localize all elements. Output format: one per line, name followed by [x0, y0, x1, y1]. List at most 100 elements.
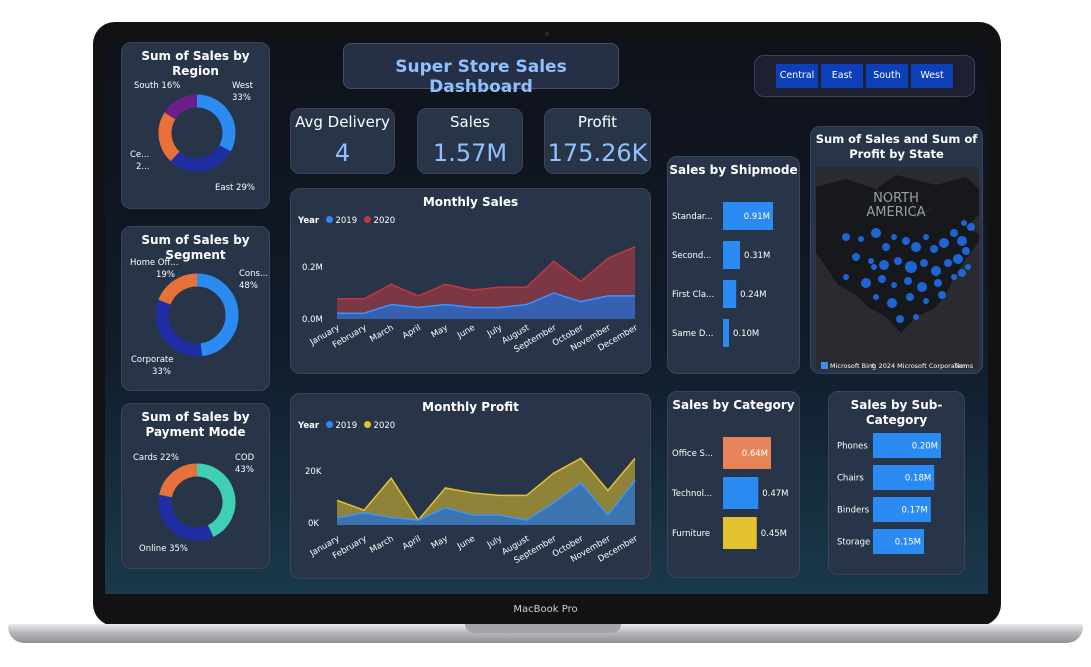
map-bubble[interactable]: [965, 264, 971, 270]
bar-value-label: 0.24M: [740, 290, 766, 300]
map-bubble[interactable]: [843, 274, 849, 280]
donut-slice-home-office[interactable]: [158, 273, 198, 305]
profit-ytick-high: 20K: [305, 467, 322, 477]
map-bubble[interactable]: [951, 274, 957, 280]
map-bubble[interactable]: [842, 233, 850, 241]
segment-label-corporate-pct: 33%: [152, 367, 171, 377]
region-label-west-pct: 33%: [232, 93, 251, 103]
map-bubble[interactable]: [887, 298, 897, 308]
map-bubble[interactable]: [930, 245, 938, 253]
map-bubble[interactable]: [920, 259, 928, 267]
map-bubble[interactable]: [871, 264, 877, 270]
donut-slice-consumer[interactable]: [196, 273, 239, 357]
map-bubble[interactable]: [868, 258, 874, 264]
profit-ytick-low: 0K: [308, 519, 319, 529]
donut-slice-central[interactable]: [158, 112, 180, 162]
map-bubble[interactable]: [911, 242, 921, 252]
bar-technol[interactable]: [723, 477, 759, 509]
map-panel: Sum of Sales and Sum of Profit by State …: [810, 126, 983, 374]
segment-label-consumer: Cons...: [239, 269, 269, 279]
map-bubble[interactable]: [950, 229, 958, 237]
map-bubble[interactable]: [957, 236, 967, 246]
x-tick-label: April: [401, 534, 423, 552]
map-bubble[interactable]: [871, 228, 881, 238]
donut-slice-west[interactable]: [196, 94, 236, 152]
bar-value-label: 0.17M: [902, 506, 928, 516]
donut-slice-cod[interactable]: [196, 463, 236, 537]
payment-label-cod: COD: [235, 453, 255, 463]
bar-value-label: 0.47M: [762, 489, 788, 499]
donut-slice-corporate[interactable]: [155, 299, 203, 357]
kpi-sales-title: Sales: [450, 113, 490, 131]
x-tick-label: April: [401, 323, 423, 341]
map-bubble[interactable]: [923, 298, 929, 304]
bar-value-label: 0.91M: [744, 212, 770, 222]
map-terms-link[interactable]: Terms: [954, 361, 973, 371]
bar-second[interactable]: [723, 241, 741, 269]
region-slicer: Central East South West: [754, 55, 975, 97]
region-label-central-value: 2...: [136, 162, 150, 172]
kpi-profit-value: 175.26K: [547, 139, 648, 167]
donut-slice-online[interactable]: [158, 494, 214, 541]
map-bubble[interactable]: [902, 237, 910, 245]
map-bubble[interactable]: [894, 257, 902, 265]
map-bubble[interactable]: [917, 282, 927, 292]
map-bubble[interactable]: [953, 254, 963, 264]
map-bubble[interactable]: [906, 293, 914, 301]
map-bubble[interactable]: [858, 236, 864, 242]
map-bubble[interactable]: [962, 247, 970, 255]
subcategory-bar-chart: Phones 0.20M Chairs 0.18M Binders 0.17M Storag…: [837, 433, 941, 554]
kpi-avg-delivery: Avg Delivery 4: [290, 108, 395, 174]
donut-slice-east[interactable]: [170, 144, 231, 172]
bar-value-label: 0.45M: [761, 529, 787, 539]
map-bubble[interactable]: [938, 291, 946, 299]
slicer-button-west[interactable]: West: [911, 64, 953, 88]
map-bubble[interactable]: [931, 266, 941, 276]
slicer-button-south[interactable]: South: [866, 64, 908, 88]
map-bubble[interactable]: [861, 278, 871, 288]
map-bubble[interactable]: [905, 261, 917, 273]
x-tick-label: June: [455, 323, 477, 341]
bar-value-label: 0.10M: [733, 329, 759, 339]
bar-value-label: 0.31M: [744, 251, 770, 261]
map-bubble[interactable]: [958, 269, 966, 277]
map-bubble[interactable]: [879, 260, 889, 270]
donut-slice-cards[interactable]: [159, 463, 198, 498]
map-bubble[interactable]: [896, 315, 904, 323]
map-bubble[interactable]: [967, 223, 975, 231]
x-tick-label: March: [368, 323, 395, 345]
map-bubble[interactable]: [904, 277, 912, 285]
map-bubble[interactable]: [882, 243, 890, 251]
map-bubble[interactable]: [873, 294, 879, 300]
slicer-button-east[interactable]: East: [821, 64, 863, 88]
slicer-button-central[interactable]: Central: [776, 64, 818, 88]
donut-slice-south[interactable]: [164, 94, 198, 120]
bar-category-label: Phones: [837, 442, 868, 452]
map-bubble[interactable]: [878, 275, 886, 283]
map-bubble[interactable]: [891, 282, 897, 288]
map-region-label: NORTH AMERICA: [866, 191, 926, 220]
dashboard-title: Super Store Sales Dashboard: [395, 57, 567, 97]
device-label: MacBook Pro: [513, 604, 578, 615]
kpi-sales: Sales 1.57M: [417, 108, 523, 174]
payment-label-cod-pct: 43%: [235, 465, 254, 475]
bar-category-label: Binders: [837, 506, 870, 516]
payment-chart-panel: Sum of Sales by Payment Mode Cards 22% C…: [121, 403, 270, 569]
map-bubble[interactable]: [944, 259, 952, 267]
map-bubble[interactable]: [934, 279, 942, 287]
map-bubble[interactable]: [852, 253, 860, 261]
region-label-central: Ce...: [130, 150, 150, 160]
bar-same-d[interactable]: [723, 319, 729, 347]
bar-first-cla[interactable]: [723, 280, 737, 308]
map-bubble[interactable]: [891, 234, 897, 240]
bar-value-label: 0.20M: [912, 442, 938, 452]
map-bubble[interactable]: [913, 314, 919, 320]
category-panel: Sales by Category Office S... 0.64M Techno…: [667, 391, 800, 578]
kpi-sales-value: 1.57M: [432, 139, 508, 167]
map-bubble[interactable]: [961, 220, 967, 226]
map-bubble[interactable]: [939, 238, 949, 248]
bar-furniture[interactable]: [723, 517, 757, 549]
x-tick-label: May: [430, 534, 450, 551]
kpi-delivery-value: 4: [334, 139, 351, 167]
map-bubble[interactable]: [923, 234, 929, 240]
